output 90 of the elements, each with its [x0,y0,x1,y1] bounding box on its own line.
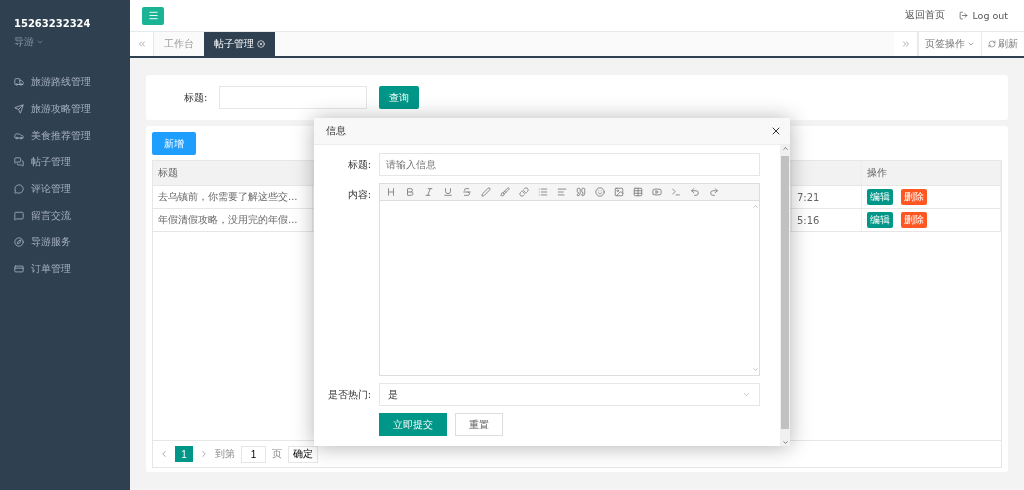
scroll-up-icon [751,203,759,210]
column-header: 操作 [862,161,1001,185]
home-link[interactable]: 返回首页 [905,9,946,22]
search-label: 标题: [184,90,208,105]
goto-label: 到第 [215,447,235,461]
quote-icon[interactable] [576,187,586,197]
table-cell: 5:16 [792,209,862,231]
hot-select[interactable]: 是 [379,383,760,406]
video-icon[interactable] [652,187,662,197]
message-icon [14,210,24,221]
chat-icon [14,157,24,168]
scroll-up-icon [781,145,789,152]
field-label: 是否热门: [326,388,371,402]
image-icon[interactable] [614,187,624,197]
dialog-title: 信息 [326,124,346,138]
table-cell: 年假清假攻略，没用完的年假... [153,209,313,231]
link-icon[interactable] [519,187,529,197]
prev-page-icon[interactable] [159,449,169,459]
logout-link[interactable]: Log out [959,10,1008,21]
scroll-down-icon [781,439,789,446]
sidebar-item[interactable]: 帖子管理 [0,149,130,176]
confirm-button[interactable]: 确定 [288,445,318,463]
refresh-button[interactable]: 刷新 [981,32,1024,56]
sidebar-item[interactable]: 订单管理 [0,255,130,283]
column-header: 标题 [153,161,313,185]
strikethrough-icon[interactable] [462,187,472,197]
user-name: 15263232324 [13,18,92,29]
sidebar-item[interactable]: 旅游攻略管理 [0,95,130,123]
role-dropdown[interactable]: 导游 [0,29,130,49]
underline-icon[interactable] [443,187,453,197]
caret-icon [36,38,44,46]
scroll-left-button[interactable] [130,32,154,56]
sidebar-item[interactable]: 评论管理 [0,175,130,203]
edit-button[interactable]: 编辑 [867,212,893,228]
align-icon[interactable] [557,187,567,197]
smile-icon[interactable] [595,187,605,197]
undo-icon[interactable] [690,187,700,197]
table-icon[interactable] [633,187,643,197]
scrollbar[interactable] [780,145,790,446]
sidebar-item[interactable]: 留言交流 [0,202,130,230]
code-icon[interactable] [671,187,681,197]
page-button[interactable]: 1 [175,446,193,462]
pen-icon[interactable] [481,187,491,197]
menu-icon [147,10,159,21]
double-chevron-left-icon [136,39,147,49]
truck-icon [14,77,24,88]
next-page-icon[interactable] [199,449,209,459]
close-icon[interactable] [770,125,782,137]
menu-button[interactable] [142,6,164,25]
brush-icon[interactable] [500,187,510,197]
double-chevron-right-icon [900,39,911,49]
submit-button[interactable]: 立即提交 [379,413,447,436]
scroll-down-icon [751,366,759,373]
caret-icon [967,40,975,48]
edit-button[interactable]: 编辑 [867,189,893,205]
sidebar-item[interactable]: 美食推荐管理 [0,122,130,150]
card-icon [14,264,24,275]
bold-icon[interactable] [405,187,415,197]
redo-icon[interactable] [709,187,719,197]
field-label: 标题: [346,158,371,172]
field-label: 内容: [346,188,371,202]
reset-button[interactable]: 重置 [455,413,503,436]
refresh-icon [988,40,996,48]
caret-icon [742,390,751,399]
logout-icon [959,11,969,20]
close-icon[interactable] [257,40,265,48]
scroll-right-button[interactable] [894,32,918,56]
comment-icon [14,184,24,195]
tab-actions-dropdown[interactable]: 页签操作 [918,32,981,56]
delete-button[interactable]: 删除 [901,189,927,205]
title-input[interactable]: 请输入信息 [379,153,760,176]
send-icon [14,104,24,115]
add-button[interactable]: 新增 [152,132,196,155]
search-field[interactable] [219,86,368,109]
heading-icon[interactable] [386,187,396,197]
tab[interactable]: 工作台 [154,32,204,56]
italic-icon[interactable] [424,187,434,197]
table-cell: 去乌镇前，你需要了解这些交... [153,186,313,208]
rich-text-editor[interactable] [379,183,760,376]
search-button[interactable]: 查询 [379,86,420,109]
delete-button[interactable]: 删除 [901,212,927,228]
compass-icon [14,237,24,248]
sidebar-item[interactable]: 旅游路线管理 [0,69,130,96]
tab[interactable]: 帖子管理 [204,32,275,56]
page-input[interactable]: 1 [241,445,266,463]
table-cell: 7:21 [792,186,862,208]
sidebar-item[interactable]: 导游服务 [0,229,130,256]
list-icon[interactable] [538,187,548,197]
car-icon [14,130,24,141]
page-label: 页 [272,447,282,461]
